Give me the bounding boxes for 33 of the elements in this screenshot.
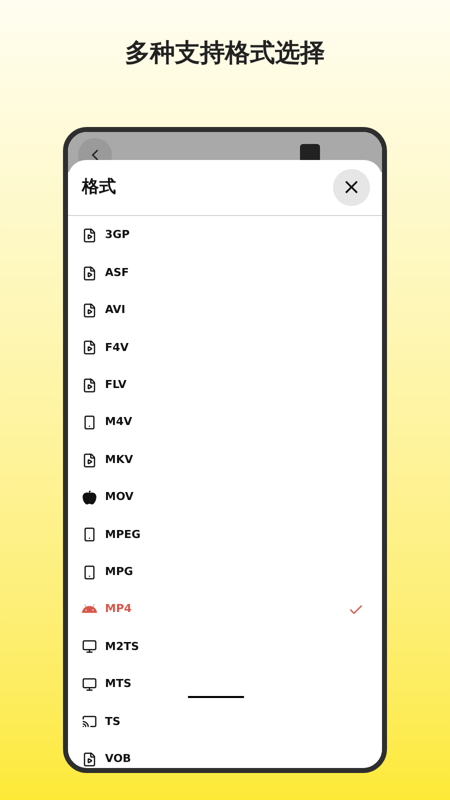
monitor-icon — [82, 676, 97, 692]
cast-icon — [82, 714, 97, 730]
apple-icon — [82, 490, 97, 505]
format-option[interactable]: MKV — [68, 441, 382, 479]
phone-icon — [82, 564, 97, 580]
monitor-icon — [82, 639, 97, 654]
headline: 多种支持格式选择 — [125, 37, 325, 69]
format-option[interactable]: M2TS — [68, 628, 382, 666]
format-option[interactable]: 3GP — [68, 217, 382, 254]
close-button[interactable]: × — [333, 169, 370, 206]
format-option[interactable]: MP4 — [68, 590, 382, 628]
file-icon — [82, 378, 97, 393]
format-option[interactable]: MPG — [68, 554, 382, 591]
file-icon — [82, 266, 97, 281]
format-option[interactable]: MTS — [68, 666, 382, 704]
format-option[interactable]: MPEG — [68, 516, 382, 554]
format-option[interactable]: TS — [68, 703, 382, 740]
format-option[interactable]: ASF — [68, 254, 382, 292]
home-indicator — [188, 696, 244, 698]
sheet-title: 格式 — [82, 176, 116, 199]
file-icon — [82, 340, 97, 356]
phone-icon — [82, 527, 97, 542]
format-option[interactable]: MOV — [68, 478, 382, 516]
file-icon — [82, 752, 97, 767]
format-option[interactable]: VOB — [68, 740, 382, 768]
file-icon — [82, 302, 97, 318]
format-option[interactable]: FLV — [68, 366, 382, 404]
format-option[interactable]: F4V — [68, 329, 382, 367]
file-icon — [82, 452, 97, 468]
format-option[interactable]: AVI — [68, 292, 382, 330]
phone-icon — [82, 415, 97, 430]
format-option[interactable]: M4V — [68, 404, 382, 442]
file-icon — [82, 228, 97, 244]
